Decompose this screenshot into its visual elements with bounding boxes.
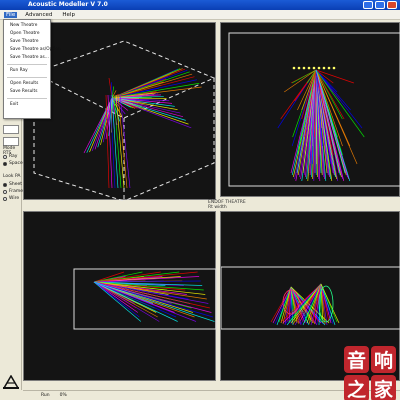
file-menu-dropdown: New Theatre Open Theatre Save Theatre Sa… (3, 19, 61, 119)
mode-option-space[interactable]: Space (3, 161, 23, 166)
menu-item-save-theatre-option[interactable]: Save Theatre as/Option (4, 46, 61, 54)
speaker-marker (312, 66, 316, 70)
radio-icon (3, 182, 7, 187)
close-button[interactable] (387, 1, 397, 9)
menu-file[interactable]: File (4, 11, 18, 18)
radio-icon (3, 161, 7, 166)
speaker-marker (317, 66, 321, 70)
coordinate-readout-2: Rt width (208, 205, 227, 210)
menu-advanced[interactable]: Advanced (23, 12, 54, 18)
menu-item-open-theatre[interactable]: Open Theatre (4, 30, 50, 38)
watermark-char: 响 (371, 346, 396, 373)
menu-item-new-theatre[interactable]: New Theatre (4, 22, 50, 30)
look-option-sheet[interactable]: Sheet (3, 182, 22, 187)
ray-line (119, 94, 131, 189)
radio-label: Space (9, 161, 23, 166)
menu-item-save-theatre[interactable]: Save Theatre (4, 38, 50, 46)
tool-button[interactable] (3, 137, 19, 146)
radio-label: Frame (9, 189, 24, 194)
radio-icon (3, 196, 7, 201)
company-logo-icon (3, 375, 19, 389)
ray-line (111, 82, 200, 99)
menu-item-save-results[interactable]: Save Results (4, 88, 50, 96)
speaker-marker (297, 66, 301, 70)
minimize-button[interactable] (363, 1, 373, 9)
menu-separator (7, 77, 47, 78)
menu-item-open-results[interactable]: Open Results (4, 80, 50, 88)
speaker-marker (322, 66, 326, 70)
mode-option-ray[interactable]: Ray (3, 154, 17, 159)
speaker-marker (292, 66, 296, 70)
top-ray-plot (228, 32, 400, 187)
window-title: Acoustic Modeller V 7.0 (28, 1, 108, 8)
menu-item-run-ray[interactable]: Run Ray (4, 67, 50, 75)
radio-label: Wire (9, 196, 20, 201)
speaker-marker (307, 66, 311, 70)
speaker-marker (332, 66, 336, 70)
menu-help[interactable]: Help (60, 12, 77, 18)
ray-line (93, 281, 215, 322)
viewport-side[interactable] (23, 211, 217, 381)
look-group-label: Look PA (3, 174, 21, 179)
menu-separator (7, 64, 47, 65)
app-window: Acoustic Modeller V 7.0 File Advanced He… (0, 0, 400, 400)
watermark-char: 之 (344, 375, 369, 400)
watermark-logo: 音 响 之 家 (344, 346, 396, 400)
menu-separator (7, 98, 47, 99)
maximize-button[interactable] (375, 1, 385, 9)
tool-button[interactable] (3, 125, 19, 134)
look-option-frame[interactable]: Frame (3, 189, 23, 194)
menu-item-save-theatre-as[interactable]: Save Theatre as... (4, 54, 50, 62)
radio-label: Ray (9, 154, 18, 159)
viewport-top[interactable] (220, 22, 400, 197)
ray-line (111, 97, 184, 118)
look-option-wire[interactable]: Wire (3, 196, 19, 201)
ray-line (111, 97, 189, 125)
watermark-char: 音 (344, 346, 369, 373)
menu-bar: File Advanced Help (0, 10, 400, 20)
speaker-marker (327, 66, 331, 70)
speaker-marker (302, 66, 306, 70)
status-item: 0% (59, 393, 67, 398)
room-wireframe (33, 40, 216, 119)
watermark-char: 家 (371, 375, 396, 400)
radio-label: Sheet (9, 182, 23, 187)
status-item: Run (41, 393, 50, 398)
radio-icon (3, 189, 7, 194)
side-ray-plot (73, 268, 217, 330)
radio-icon (3, 154, 7, 159)
title-bar: Acoustic Modeller V 7.0 (0, 0, 400, 10)
menu-item-exit[interactable]: Exit (4, 101, 50, 109)
